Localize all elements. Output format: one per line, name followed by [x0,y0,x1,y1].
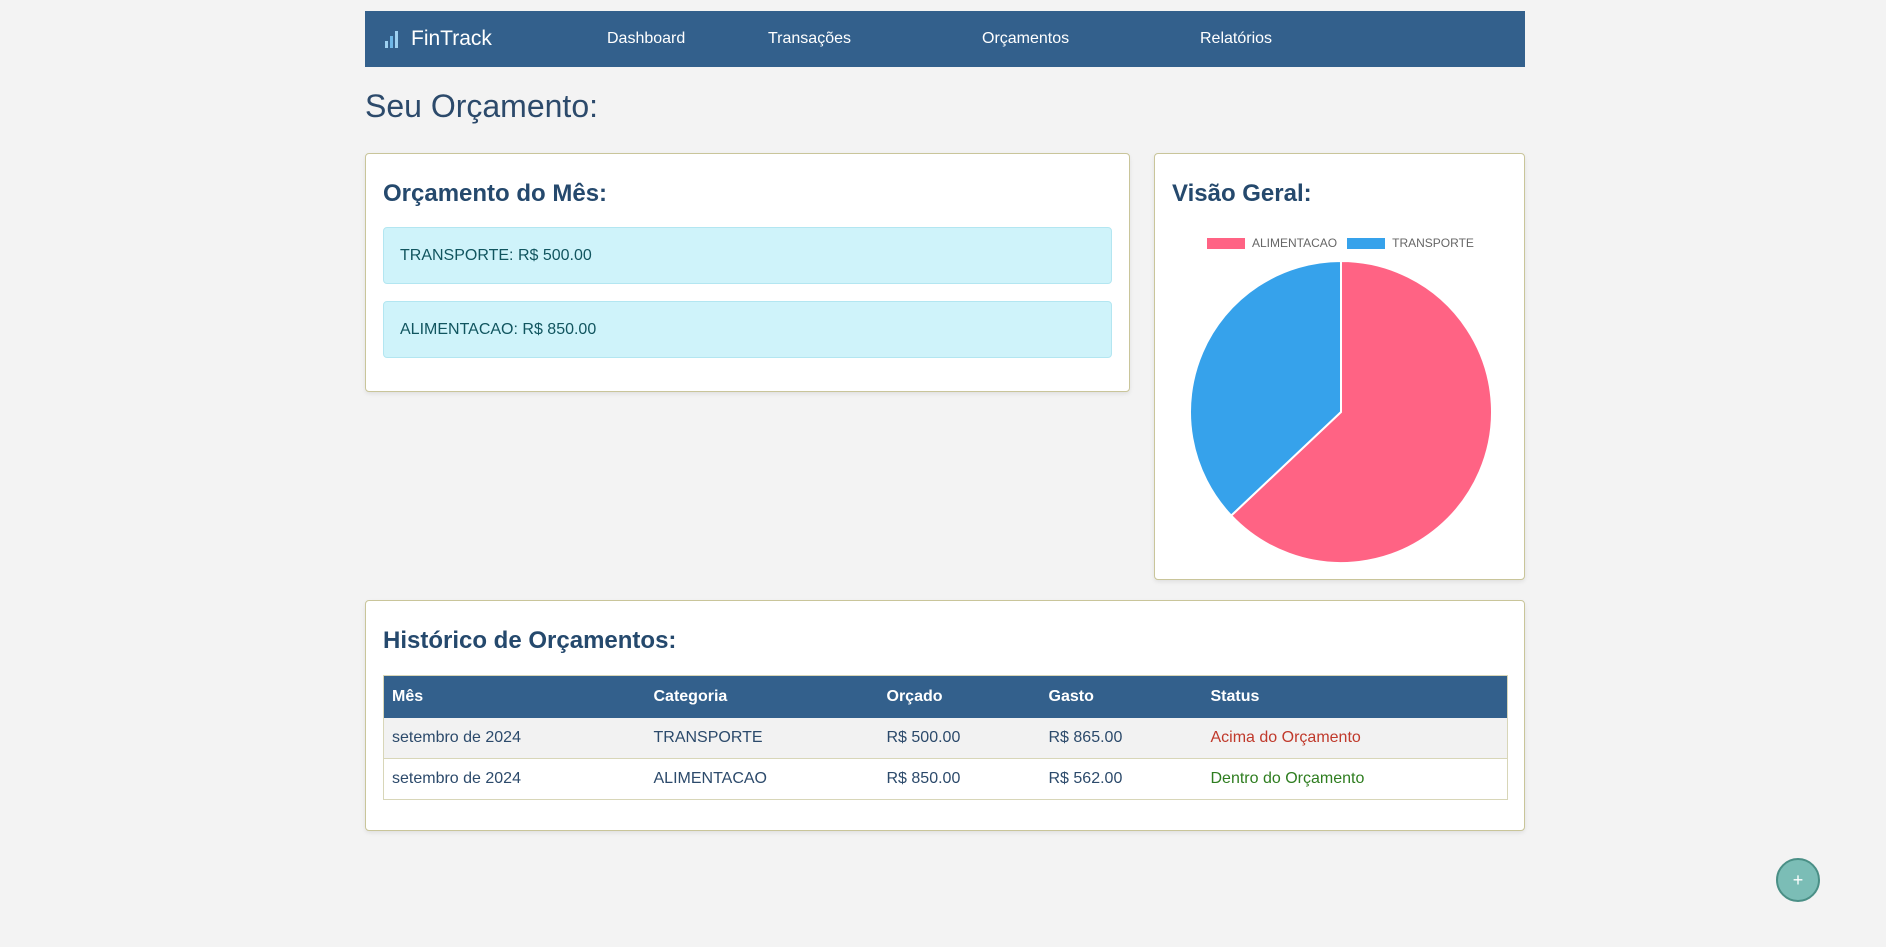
cell-categoria: ALIMENTACAO [645,758,879,800]
overview-title: Visão Geral: [1172,180,1312,207]
col-header-orcado: Orçado [878,675,1041,718]
table-row: setembro de 2024 TRANSPORTE R$ 500.00 R$… [383,718,1508,759]
budget-pie-chart [1189,260,1493,564]
brand[interactable]: FinTrack [383,11,492,67]
cell-gasto: R$ 562.00 [1040,758,1203,800]
budget-item: TRANSPORTE: R$ 500.00 [383,227,1112,284]
chart-legend: ALIMENTACAO TRANSPORTE [1207,236,1474,250]
cell-mes: setembro de 2024 [383,718,646,759]
cell-orcado: R$ 500.00 [878,718,1041,759]
cell-orcado: R$ 850.00 [878,758,1041,800]
legend-item-alimentacao[interactable]: ALIMENTACAO [1207,236,1337,250]
col-header-categoria: Categoria [645,675,879,718]
page-title: Seu Orçamento: [365,88,598,124]
budget-item: ALIMENTACAO: R$ 850.00 [383,301,1112,358]
budget-history-card: Histórico de Orçamentos: Mês Categoria O… [365,600,1525,831]
legend-label: TRANSPORTE [1392,236,1474,250]
chart-logo-icon [383,28,401,50]
monthly-budget-card: Orçamento do Mês: TRANSPORTE: R$ 500.00 … [365,153,1130,392]
cell-gasto: R$ 865.00 [1040,718,1203,759]
col-header-mes: Mês [383,675,646,718]
monthly-budget-title: Orçamento do Mês: [383,180,608,207]
legend-label: ALIMENTACAO [1252,236,1338,250]
overview-card: Visão Geral: ALIMENTACAO TRANSPORTE [1154,153,1525,580]
history-table: Mês Categoria Orçado Gasto Status setemb… [383,675,1508,800]
nav-transacoes[interactable]: Transações [768,11,851,67]
brand-name: FinTrack [411,27,492,50]
legend-swatch [1207,237,1245,249]
col-header-gasto: Gasto [1040,675,1203,718]
nav-dashboard[interactable]: Dashboard [607,11,685,67]
col-header-status: Status [1202,675,1508,718]
cell-mes: setembro de 2024 [383,758,646,800]
top-navbar: FinTrack Dashboard Transações Orçamentos… [365,11,1525,67]
nav-relatorios[interactable]: Relatórios [1200,11,1272,67]
history-title: Histórico de Orçamentos: [383,627,677,654]
cell-status: Acima do Orçamento [1202,718,1508,759]
legend-swatch [1347,237,1386,249]
nav-orcamentos[interactable]: Orçamentos [982,11,1069,67]
cell-status: Dentro do Orçamento [1202,758,1508,800]
table-header-row: Mês Categoria Orçado Gasto Status [383,675,1508,718]
legend-item-transporte[interactable]: TRANSPORTE [1347,236,1474,250]
table-row: setembro de 2024 ALIMENTACAO R$ 850.00 R… [383,758,1508,800]
cell-categoria: TRANSPORTE [645,718,879,759]
add-button[interactable]: + [1776,858,1820,902]
